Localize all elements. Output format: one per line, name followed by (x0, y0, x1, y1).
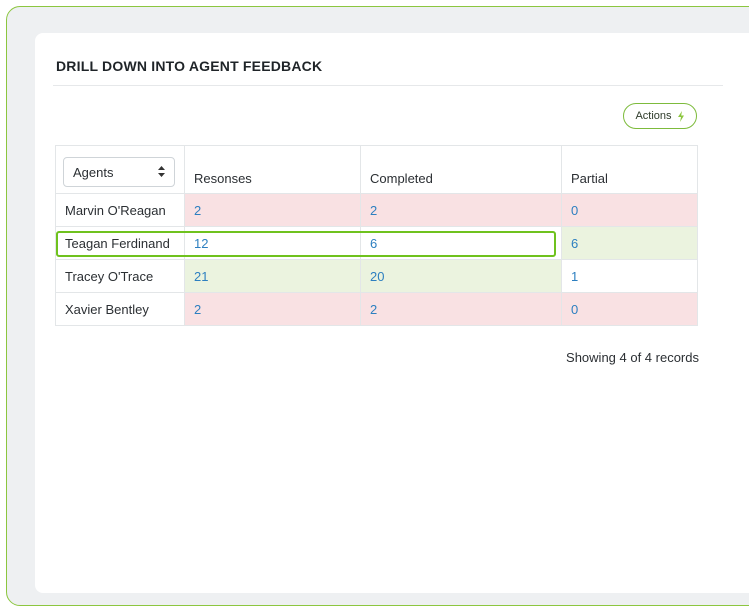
completed-column-header[interactable]: Completed (360, 145, 562, 194)
agent-name-cell: Teagan Ferdinand (55, 226, 185, 260)
actions-button[interactable]: Actions (623, 103, 697, 129)
title-divider (53, 85, 723, 86)
table-row[interactable]: Xavier Bentley 2 2 0 (55, 292, 698, 326)
actions-button-label: Actions (635, 110, 672, 122)
table-row[interactable]: Marvin O'Reagan 2 2 0 (55, 193, 698, 227)
completed-cell[interactable]: 2 (360, 193, 562, 227)
completed-cell[interactable]: 2 (360, 292, 562, 326)
agent-name-cell: Xavier Bentley (55, 292, 185, 326)
bolt-icon (677, 110, 685, 122)
table-header-row: Agents Resonses Completed Partial (55, 145, 698, 194)
responses-column-header[interactable]: Resonses (184, 145, 361, 194)
table-row[interactable]: Tracey O'Trace 21 20 1 (55, 259, 698, 293)
records-count: Showing 4 of 4 records (566, 350, 699, 365)
responses-cell[interactable]: 21 (184, 259, 361, 293)
agents-column-header: Agents (55, 145, 185, 194)
partial-cell[interactable]: 6 (561, 226, 698, 260)
agents-select-value: Agents (73, 164, 114, 180)
updown-arrows-icon (158, 165, 165, 179)
partial-cell[interactable]: 0 (561, 193, 698, 227)
panel-title: DRILL DOWN INTO AGENT FEEDBACK (56, 58, 323, 74)
completed-cell[interactable]: 20 (360, 259, 562, 293)
completed-cell[interactable]: 6 (360, 226, 562, 260)
outer-frame: DRILL DOWN INTO AGENT FEEDBACK Actions A… (6, 6, 749, 606)
responses-cell[interactable]: 2 (184, 193, 361, 227)
partial-cell[interactable]: 0 (561, 292, 698, 326)
responses-cell[interactable]: 2 (184, 292, 361, 326)
partial-column-header[interactable]: Partial (561, 145, 698, 194)
agent-feedback-table: Agents Resonses Completed Partial Marvin… (55, 145, 698, 326)
agent-name-cell: Tracey O'Trace (55, 259, 185, 293)
table-row[interactable]: Teagan Ferdinand 12 6 6 (55, 226, 698, 260)
responses-cell[interactable]: 12 (184, 226, 361, 260)
agents-select[interactable]: Agents (63, 157, 175, 187)
partial-cell[interactable]: 1 (561, 259, 698, 293)
agent-name-cell: Marvin O'Reagan (55, 193, 185, 227)
feedback-panel: DRILL DOWN INTO AGENT FEEDBACK Actions A… (35, 33, 749, 593)
